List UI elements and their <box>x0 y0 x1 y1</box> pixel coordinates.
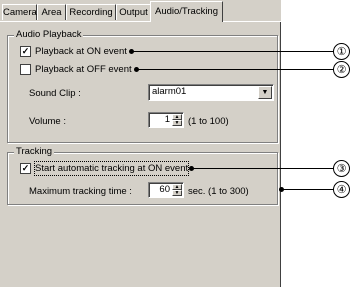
chevron-down-icon[interactable]: ▼ <box>258 86 272 99</box>
volume-value: 1 <box>164 114 170 125</box>
sound-clip-dropdown[interactable]: alarm01 ▼ <box>148 84 274 101</box>
volume-range: (1 to 100) <box>188 116 229 127</box>
auto-tracking-checkbox[interactable]: ✓ Start automatic tracking at ON event <box>20 161 195 176</box>
spin-down-icon[interactable]: ▼ <box>172 190 182 196</box>
max-tracking-time-label: Maximum tracking time : <box>29 186 132 197</box>
playback-off-event-label: Playback at OFF event <box>35 64 132 75</box>
tab-bar: Camera Area Recording Output Audio/Track… <box>0 0 281 22</box>
sound-clip-label: Sound Clip : <box>29 88 81 99</box>
volume-label: Volume : <box>29 116 66 127</box>
tab-recording[interactable]: Recording <box>66 4 116 20</box>
checkbox-box[interactable]: ✓ <box>20 163 31 174</box>
audio-playback-title: Audio Playback <box>14 29 84 41</box>
tracking-spin-buttons: ▲ ▼ <box>172 184 182 196</box>
tab-audio-tracking[interactable]: Audio/Tracking <box>150 1 223 22</box>
max-tracking-time-spinbox[interactable]: 60 ▲ ▼ <box>148 182 184 198</box>
tab-divider <box>0 21 281 22</box>
tracking-title: Tracking <box>14 146 55 158</box>
tab-area[interactable]: Area <box>37 4 66 20</box>
checkbox-box[interactable]: ✓ <box>20 46 31 57</box>
checkbox-box[interactable] <box>20 64 31 75</box>
callout-line <box>193 168 334 169</box>
tab-output[interactable]: Output <box>116 4 151 20</box>
callout-number: ① <box>333 43 350 60</box>
auto-tracking-label: Start automatic tracking at ON event <box>33 161 190 176</box>
volume-spin-buttons: ▲ ▼ <box>172 114 182 126</box>
callout-line <box>283 189 334 190</box>
settings-panel: Camera Area Recording Output Audio/Track… <box>0 0 281 287</box>
sound-clip-value: alarm01 <box>152 86 187 97</box>
callout-line <box>133 51 334 52</box>
callout-number: ④ <box>333 181 350 198</box>
callout-number: ③ <box>333 160 350 177</box>
max-tracking-time-value: 60 <box>159 184 170 195</box>
callout-number: ② <box>333 61 350 78</box>
callout-line <box>138 69 334 70</box>
max-tracking-time-range: sec. (1 to 300) <box>188 186 249 197</box>
tracking-group: Tracking ✓ Start automatic tracking at O… <box>7 146 278 205</box>
playback-on-event-label: Playback at ON event <box>35 46 127 57</box>
spin-down-icon[interactable]: ▼ <box>172 120 182 126</box>
tab-camera[interactable]: Camera <box>2 4 37 20</box>
panel-border <box>280 22 281 287</box>
volume-spinbox[interactable]: 1 ▲ ▼ <box>148 112 184 128</box>
